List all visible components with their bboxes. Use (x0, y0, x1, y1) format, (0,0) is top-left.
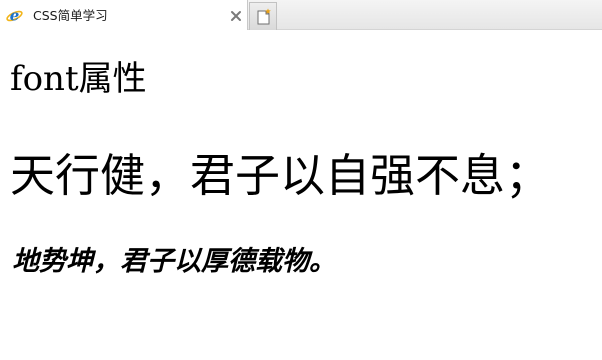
new-tab-button[interactable] (249, 2, 277, 30)
tab-title: CSS简单学习 (33, 8, 108, 23)
browser-tab[interactable]: e CSS简单学习 (0, 0, 248, 30)
close-icon[interactable] (229, 8, 243, 22)
text-line-1: 天行健，君子以自强不息； (10, 149, 551, 202)
text-line-2: 地势坤，君子以厚德载物。 (12, 246, 336, 277)
internet-explorer-icon: e (6, 7, 23, 25)
page-heading: font属性 (10, 59, 147, 99)
svg-text:e: e (10, 7, 20, 24)
tab-strip: e CSS简单学习 (0, 0, 602, 30)
new-tab-icon (257, 8, 271, 25)
